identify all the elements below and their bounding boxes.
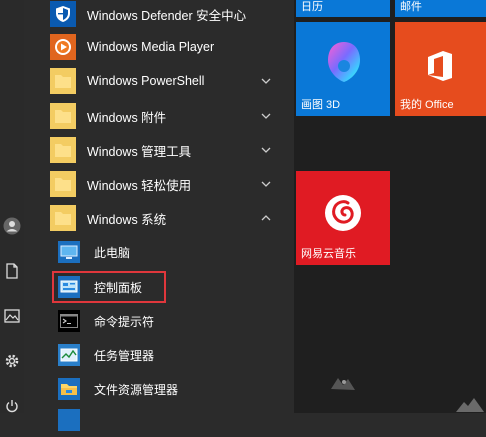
netease-music-tile[interactable]: 网易云音乐 xyxy=(296,171,390,265)
folder-icon xyxy=(50,205,76,231)
app-label: Windows 系统 xyxy=(87,212,167,227)
app-label: Windows Defender 安全中心 xyxy=(87,8,247,23)
system-item-file-explorer[interactable]: 文件资源管理器 xyxy=(24,373,294,405)
system-item-this-pc[interactable]: 此电脑 xyxy=(24,236,294,268)
this-pc-icon xyxy=(58,241,80,263)
settings-gear-icon[interactable] xyxy=(3,352,21,370)
desktop-wallpaper-detail xyxy=(331,378,355,390)
tile-label: 我的 Office xyxy=(400,99,454,111)
system-item-label: 任务管理器 xyxy=(94,348,155,363)
command-prompt-icon xyxy=(58,310,80,332)
office-tile[interactable]: 我的 Office xyxy=(395,22,486,116)
folder-icon xyxy=(50,137,76,163)
task-manager-icon xyxy=(58,344,80,366)
tile-label: 画图 3D xyxy=(301,99,341,111)
system-item-partial[interactable] xyxy=(24,405,294,437)
app-item-windows-system-folder[interactable]: Windows 系统 xyxy=(24,202,294,234)
app-label: Windows 管理工具 xyxy=(87,144,192,159)
pictures-icon[interactable] xyxy=(3,307,21,325)
folder-icon xyxy=(50,103,76,129)
tile-label: 日历 xyxy=(301,1,323,13)
calendar-tile[interactable]: 日历 xyxy=(296,0,390,17)
app-label: Windows 附件 xyxy=(87,110,167,125)
media-player-icon xyxy=(50,34,76,60)
system-item-command-prompt[interactable]: 命令提示符 xyxy=(24,305,294,337)
power-icon[interactable] xyxy=(3,397,21,415)
app-item-windows-defender[interactable]: Windows Defender 安全中心 xyxy=(24,0,294,30)
chevron-down-icon[interactable] xyxy=(260,144,272,156)
office-icon xyxy=(428,51,452,81)
app-item-windows-media-player[interactable]: Windows Media Player xyxy=(24,31,294,63)
netease-music-icon xyxy=(325,195,361,231)
chevron-down-icon[interactable] xyxy=(260,110,272,122)
app-label: Windows PowerShell xyxy=(87,74,205,88)
app-item-windows-admin-tools-folder[interactable]: Windows 管理工具 xyxy=(24,134,294,166)
file-explorer-icon xyxy=(58,378,80,400)
app-item-windows-ease-of-access-folder[interactable]: Windows 轻松使用 xyxy=(24,168,294,200)
user-account-icon[interactable] xyxy=(3,217,21,235)
shield-icon xyxy=(50,1,76,27)
control-panel-highlight xyxy=(52,271,166,303)
system-item-label: 此电脑 xyxy=(94,245,131,260)
tile-label: 邮件 xyxy=(400,1,422,13)
folder-icon xyxy=(50,171,76,197)
system-item-label: 命令提示符 xyxy=(94,314,155,329)
tile-label: 网易云音乐 xyxy=(301,248,356,260)
app-label: Windows 轻松使用 xyxy=(87,178,192,193)
chevron-down-icon[interactable] xyxy=(260,75,272,87)
app-list: Windows Defender 安全中心 Windows Media Play… xyxy=(24,0,311,431)
documents-icon[interactable] xyxy=(3,262,21,280)
app-item-windows-powershell-folder[interactable]: Windows PowerShell xyxy=(24,65,294,97)
start-left-rail xyxy=(0,0,24,413)
app-item-windows-accessories-folder[interactable]: Windows 附件 xyxy=(24,100,294,132)
paint3d-tile[interactable]: 画图 3D xyxy=(296,22,390,116)
start-tiles-area: 日历 邮件 画图 3D 我的 Office 网易云音乐 xyxy=(294,0,486,413)
app-label: Windows Media Player xyxy=(87,40,215,54)
system-item-label: 文件资源管理器 xyxy=(94,382,179,397)
app-icon xyxy=(58,409,80,431)
mail-tile[interactable]: 邮件 xyxy=(395,0,486,17)
paint3d-icon xyxy=(328,42,360,82)
desktop-wallpaper-detail xyxy=(456,398,484,412)
system-item-task-manager[interactable]: 任务管理器 xyxy=(24,339,294,371)
folder-icon xyxy=(50,68,76,94)
chevron-up-icon[interactable] xyxy=(260,212,272,224)
chevron-down-icon[interactable] xyxy=(260,178,272,190)
